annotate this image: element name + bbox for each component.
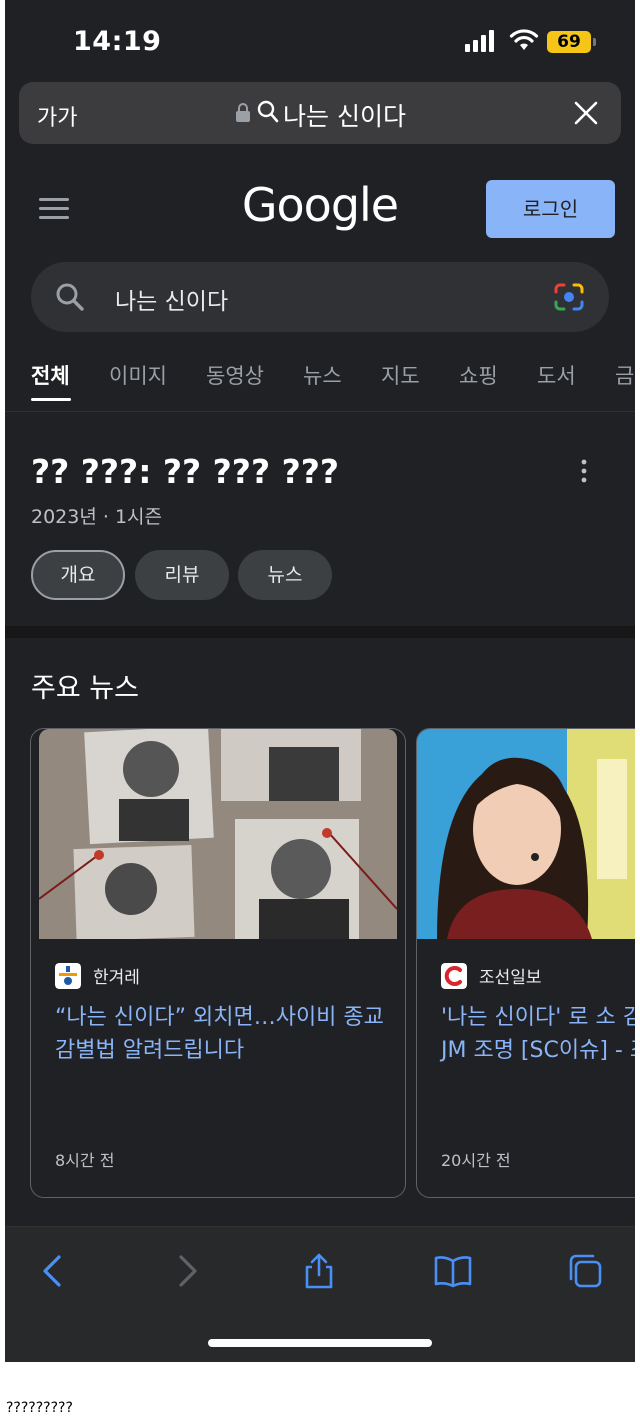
search-box[interactable]: 나는 신이다 xyxy=(31,262,609,332)
browser-toolbar xyxy=(5,1226,635,1362)
active-tab-indicator xyxy=(31,398,71,401)
hankyoreh-logo xyxy=(55,963,81,989)
tab-all[interactable]: 전체 xyxy=(31,360,70,390)
back-icon[interactable] xyxy=(35,1253,71,1289)
forward-icon[interactable] xyxy=(169,1253,205,1289)
tab-more[interactable]: 금 xyxy=(615,360,634,390)
tab-books[interactable]: 도서 xyxy=(537,360,576,390)
news-card-image xyxy=(39,729,397,939)
chip-overview[interactable]: 개요 xyxy=(31,550,125,600)
battery-cap xyxy=(593,38,596,46)
section-divider xyxy=(5,626,635,638)
news-time: 20시간 전 xyxy=(441,1151,511,1170)
address-bar-area: 가가 나는 신이다 xyxy=(5,76,635,160)
news-card[interactable]: 조선일보 '나는 신이다' 로 소 김성경, 아찔한 JM 조명 [SC이슈] … xyxy=(416,728,635,1198)
battery-level: 69 xyxy=(547,31,591,53)
entity-subtitle: 2023년 · 1시즌 xyxy=(31,506,163,528)
chip-reviews[interactable]: 리뷰 xyxy=(135,550,229,600)
news-time: 8시간 전 xyxy=(55,1151,115,1170)
tab-news[interactable]: 뉴스 xyxy=(303,360,342,390)
google-results-page: Google 로그인 나는 신이다 전체 이미지 동영상 뉴스 지도 쇼핑 도서 xyxy=(5,160,635,1226)
status-bar: 14:19 69 xyxy=(5,0,635,76)
tabs-icon[interactable] xyxy=(567,1253,603,1289)
chip-news[interactable]: 뉴스 xyxy=(238,550,332,600)
search-tabs: 전체 이미지 동영상 뉴스 지도 쇼핑 도서 금 xyxy=(5,356,635,412)
news-card[interactable]: 한겨레 “나는 신이다” 외치면…사이비 종교 감별법 알려드립니다 8시간 전 xyxy=(30,728,406,1198)
news-headline[interactable]: “나는 신이다” 외치면…사이비 종교 감별법 알려드립니다 xyxy=(55,1001,395,1067)
tab-shopping[interactable]: 쇼핑 xyxy=(459,360,498,390)
tab-videos[interactable]: 동영상 xyxy=(206,360,264,390)
status-time: 14:19 xyxy=(73,26,162,57)
tab-images[interactable]: 이미지 xyxy=(109,360,167,390)
text-size-button[interactable]: 가가 xyxy=(37,100,77,132)
news-headline[interactable]: '나는 신이다' 로 소 김성경, 아찔한 JM 조명 [SC이슈] - 조 xyxy=(441,1001,635,1067)
share-icon[interactable] xyxy=(301,1253,337,1289)
caption-text: ????????? xyxy=(6,1400,73,1416)
login-button[interactable]: 로그인 xyxy=(486,180,615,238)
lock-icon xyxy=(236,103,250,122)
close-icon[interactable] xyxy=(573,100,599,126)
news-source: 한겨레 xyxy=(93,968,140,988)
top-news-heading: 주요 뉴스 xyxy=(31,673,139,704)
entity-title[interactable]: ?? ???: ?? ??? ??? xyxy=(31,452,339,491)
news-card-image xyxy=(417,729,635,939)
tab-maps[interactable]: 지도 xyxy=(381,360,420,390)
address-bar[interactable]: 가가 나는 신이다 xyxy=(19,82,621,144)
search-icon xyxy=(257,100,279,123)
wifi-icon xyxy=(509,29,539,50)
home-indicator xyxy=(208,1339,432,1347)
search-input[interactable]: 나는 신이다 xyxy=(115,282,228,316)
search-icon[interactable] xyxy=(55,282,85,312)
address-query[interactable]: 나는 신이다 xyxy=(283,97,406,133)
kebab-icon[interactable] xyxy=(579,458,589,484)
signal-icon xyxy=(465,30,494,52)
chosun-logo xyxy=(441,963,467,989)
news-source: 조선일보 xyxy=(479,968,542,988)
phone-screen: 14:19 69 가가 나는 신이다 Google 로그인 나는 신이다 전체 … xyxy=(5,0,635,1362)
lens-icon[interactable] xyxy=(553,282,585,312)
bookmarks-icon[interactable] xyxy=(433,1253,473,1289)
